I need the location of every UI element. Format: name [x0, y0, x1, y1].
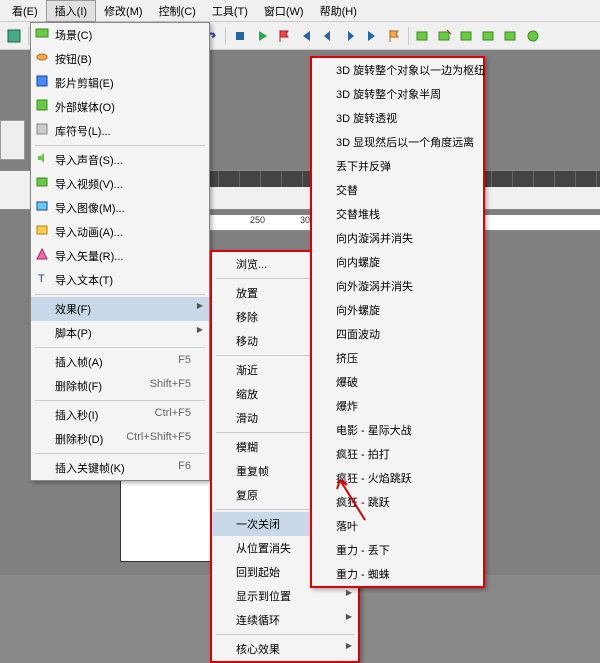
menu-core-effects[interactable]: 核心效果 [212, 637, 358, 661]
effect-item[interactable]: 疯狂 - 跳跃 [312, 490, 483, 514]
effect-item[interactable]: 向外漩涡并消失 [312, 274, 483, 298]
video-icon [35, 175, 49, 189]
menu-scene[interactable]: 场景(C) [31, 23, 209, 47]
menu-tools[interactable]: 工具(T) [204, 1, 256, 21]
sound-icon [35, 151, 49, 165]
tool-g2[interactable] [435, 26, 455, 46]
effect-item[interactable]: 挤压 [312, 346, 483, 370]
separator [216, 634, 354, 635]
menu-script[interactable]: 脚本(P) [31, 321, 209, 345]
flag-icon[interactable] [274, 26, 294, 46]
shortcut: F6 [178, 460, 191, 472]
effect-item[interactable]: 电影 - 星际大战 [312, 418, 483, 442]
separator [28, 27, 29, 45]
stop-icon[interactable] [230, 26, 250, 46]
effect-item[interactable]: 3D 显现然后以一个角度远离 [312, 130, 483, 154]
menu-delete-sec[interactable]: 删除秒(D)Ctrl+Shift+F5 [31, 427, 209, 451]
end-icon[interactable] [362, 26, 382, 46]
menu-movieclip[interactable]: 影片剪辑(E) [31, 71, 209, 95]
shortcut: Shift+F5 [150, 378, 191, 390]
play-icon[interactable] [252, 26, 272, 46]
text-icon: T [35, 271, 49, 285]
effect-item[interactable]: 丢下并反弹 [312, 154, 483, 178]
effect-item[interactable]: 交替 [312, 178, 483, 202]
menu-help[interactable]: 帮助(H) [312, 1, 365, 21]
svg-text:T: T [38, 273, 45, 285]
effect-item[interactable]: 向内螺旋 [312, 250, 483, 274]
menu-import-vector[interactable]: 导入矢量(R)... [31, 244, 209, 268]
layers-panel[interactable] [0, 120, 25, 160]
vector-icon [35, 247, 49, 261]
menubar: 看(E) 插入(I) 修改(M) 控制(C) 工具(T) 窗口(W) 帮助(H) [0, 0, 600, 22]
effect-item[interactable]: 爆炸 [312, 394, 483, 418]
shortcut: F5 [178, 354, 191, 366]
shortcut: Ctrl+Shift+F5 [126, 431, 191, 443]
tool-g5[interactable] [501, 26, 521, 46]
tool-g3[interactable] [457, 26, 477, 46]
tool-g1[interactable] [413, 26, 433, 46]
effect-item[interactable]: 交替堆栈 [312, 202, 483, 226]
media-icon [35, 98, 49, 112]
menu-import-image[interactable]: 导入图像(M)... [31, 196, 209, 220]
rewind-icon[interactable] [296, 26, 316, 46]
menu-modify[interactable]: 修改(M) [96, 1, 151, 21]
movieclip-icon [35, 74, 49, 88]
close-once-submenu: 3D 旋转整个对象以一边为枢纽3D 旋转整个对象半周3D 旋转透视3D 显现然后… [310, 56, 485, 588]
effect-item[interactable]: 3D 旋转整个对象以一边为枢纽 [312, 58, 483, 82]
menu-delete-frame[interactable]: 删除帧(F)Shift+F5 [31, 374, 209, 398]
flag2-icon[interactable] [384, 26, 404, 46]
effect-item[interactable]: 重力 - 丢下 [312, 538, 483, 562]
menu-insert[interactable]: 插入(I) [46, 0, 96, 22]
menu-button[interactable]: 按钮(B) [31, 47, 209, 71]
effect-item[interactable]: 疯狂 - 拍打 [312, 442, 483, 466]
menu-insert-frame[interactable]: 插入帧(A)F5 [31, 350, 209, 374]
prev-icon[interactable] [318, 26, 338, 46]
menu-window[interactable]: 窗口(W) [256, 1, 312, 21]
effect-item[interactable]: 四面波动 [312, 322, 483, 346]
effect-item[interactable]: 3D 旋转整个对象半周 [312, 82, 483, 106]
menu-import-anim[interactable]: 导入动画(A)... [31, 220, 209, 244]
image-icon [35, 199, 49, 213]
separator [35, 453, 205, 454]
effect-item[interactable]: 3D 旋转透视 [312, 106, 483, 130]
effect-item[interactable]: 疯狂 - 火焰跳跃 [312, 466, 483, 490]
scene-icon [35, 26, 49, 40]
menu-view[interactable]: 看(E) [4, 1, 46, 21]
effect-item[interactable]: 向内漩涡并消失 [312, 226, 483, 250]
button-icon [35, 50, 49, 64]
separator [408, 27, 409, 45]
library-icon [35, 122, 49, 136]
effect-item[interactable]: 落叶 [312, 514, 483, 538]
effect-item[interactable]: 爆破 [312, 370, 483, 394]
menu-library[interactable]: 库符号(L)... [31, 119, 209, 143]
menu-import-text[interactable]: T导入文本(T) [31, 268, 209, 292]
menu-media[interactable]: 外部媒体(O) [31, 95, 209, 119]
separator [35, 145, 205, 146]
shortcut: Ctrl+F5 [155, 407, 191, 419]
effect-item[interactable]: 重力 - 蜘蛛 [312, 562, 483, 586]
menu-import-sound[interactable]: 导入声音(S)... [31, 148, 209, 172]
menu-loop[interactable]: 连续循环 [212, 608, 358, 632]
separator [225, 27, 226, 45]
tool-icon-1[interactable] [4, 26, 24, 46]
next-icon[interactable] [340, 26, 360, 46]
menu-effects[interactable]: 效果(F) [31, 297, 209, 321]
separator [35, 400, 205, 401]
effect-item[interactable]: 向外螺旋 [312, 298, 483, 322]
ruler-mark: 250 [250, 215, 265, 225]
tool-g4[interactable] [479, 26, 499, 46]
menu-insert-keyframe[interactable]: 插入关键帧(K)F6 [31, 456, 209, 480]
insert-menu: 场景(C) 按钮(B) 影片剪辑(E) 外部媒体(O) 库符号(L)... 导入… [30, 22, 210, 481]
anim-icon [35, 223, 49, 237]
tool-g6[interactable] [523, 26, 543, 46]
separator [35, 294, 205, 295]
menu-control[interactable]: 控制(C) [151, 1, 204, 21]
separator [35, 347, 205, 348]
menu-import-video[interactable]: 导入视频(V)... [31, 172, 209, 196]
menu-insert-sec[interactable]: 插入秒(I)Ctrl+F5 [31, 403, 209, 427]
